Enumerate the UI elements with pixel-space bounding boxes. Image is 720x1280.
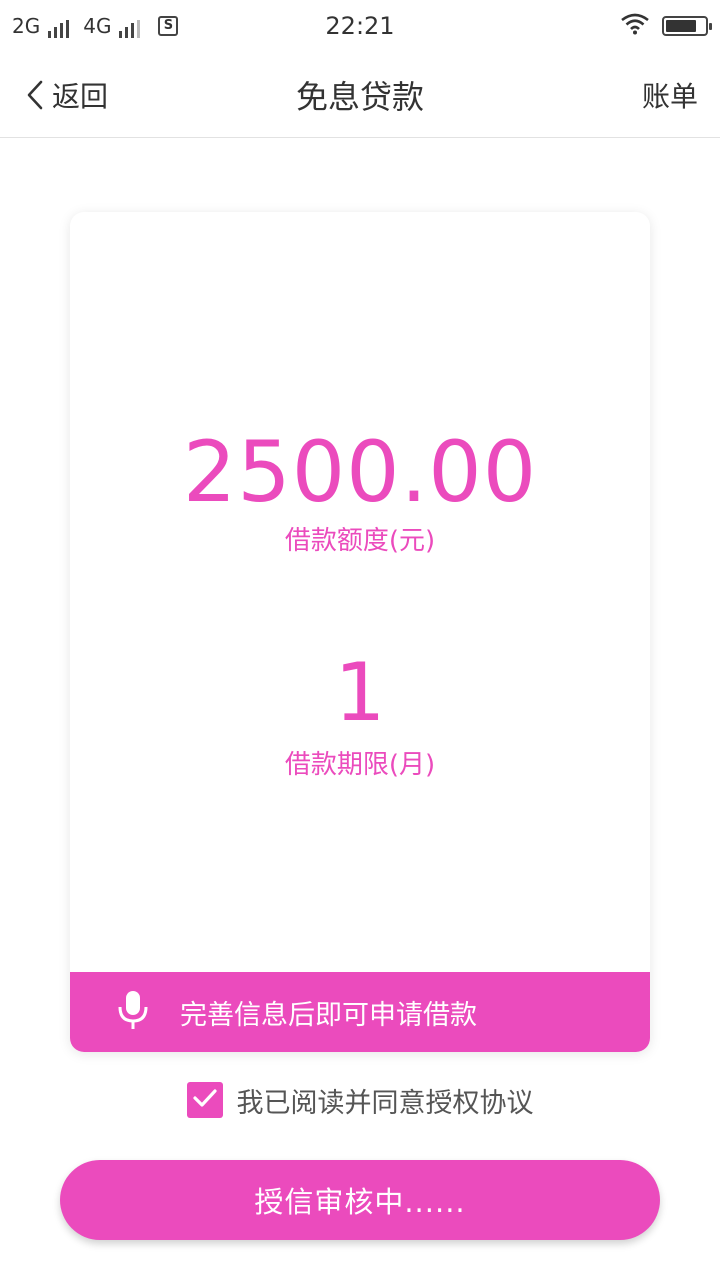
loan-card: 2500.00 借款额度(元) 1 借款期限(月) 完善信息后即可申请借款 (70, 212, 650, 1052)
loan-amount-label: 借款额度(元) (284, 526, 436, 556)
wifi-icon (620, 13, 650, 40)
agreement-row: 我已阅读并同意授权协议 (0, 1078, 720, 1122)
battery-icon (662, 16, 712, 36)
back-button[interactable]: 返回 (26, 75, 108, 115)
sim-icon: S (158, 16, 179, 36)
network-2g-label: 2G (12, 14, 41, 38)
navigation-bar: 返回 免息贷款 账单 (0, 52, 720, 138)
complete-info-banner[interactable]: 完善信息后即可申请借款 (70, 972, 650, 1052)
network-2g: 2G (12, 14, 70, 38)
agreement-text[interactable]: 我已阅读并同意授权协议 (237, 1081, 534, 1120)
loan-term-label: 借款期限(月) (284, 750, 436, 780)
loan-amount-value: 2500.00 (182, 423, 538, 521)
microphone-icon (116, 990, 150, 1034)
signal-icon (48, 20, 70, 38)
status-left: 2G 4G S (12, 14, 179, 38)
chevron-left-icon (26, 80, 44, 110)
complete-info-text: 完善信息后即可申请借款 (180, 999, 477, 1031)
bill-button[interactable]: 账单 (642, 75, 698, 115)
agreement-checkbox[interactable] (186, 1082, 223, 1118)
status-bar: 2G 4G S 22:21 (0, 0, 720, 52)
network-4g: 4G (83, 14, 141, 38)
checkmark-icon (192, 1087, 218, 1113)
credit-review-button[interactable]: 授信审核中...... (60, 1160, 660, 1240)
back-label: 返回 (52, 79, 109, 113)
status-right (620, 13, 712, 40)
signal-icon (119, 20, 141, 38)
network-4g-label: 4G (83, 14, 112, 38)
loan-term-value: 1 (334, 646, 386, 739)
